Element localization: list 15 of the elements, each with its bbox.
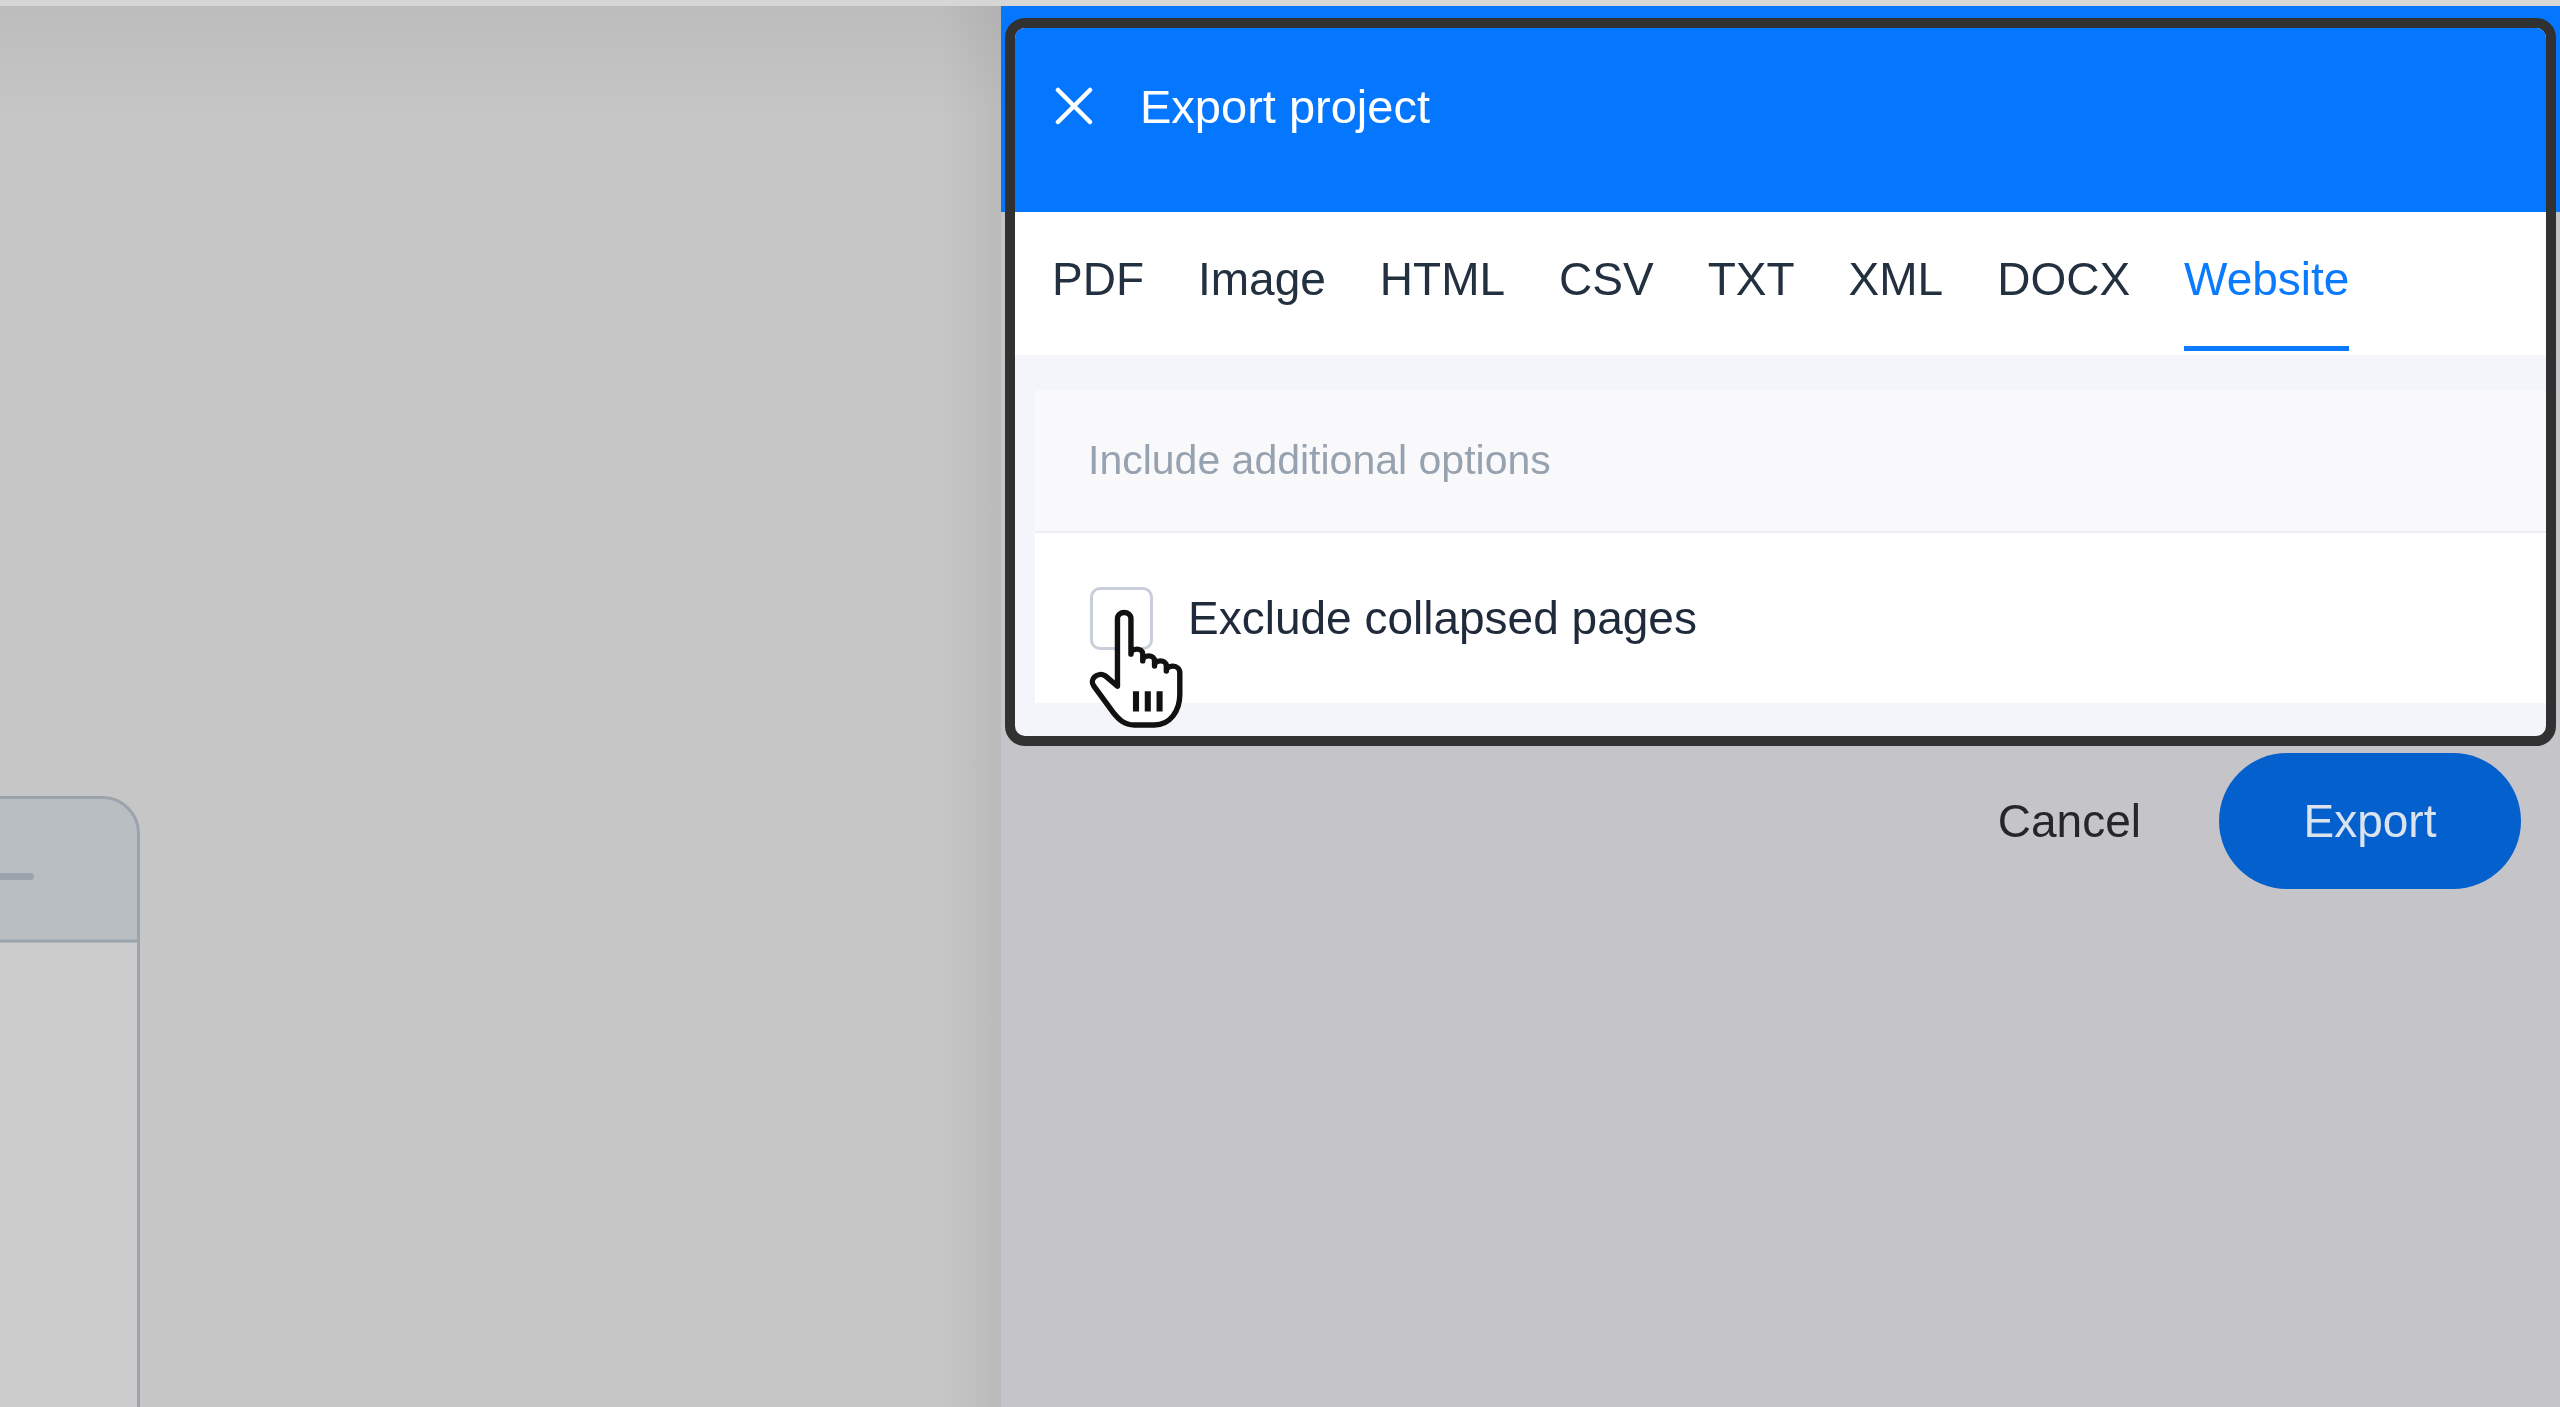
tab[interactable]: DOCX: [1997, 212, 2131, 351]
tab[interactable]: PDF: [1052, 212, 1144, 351]
tab[interactable]: TXT: [1707, 212, 1795, 351]
tab[interactable]: HTML: [1379, 212, 1506, 351]
tab[interactable]: Website: [2184, 212, 2350, 351]
close-button[interactable]: [1055, 87, 1093, 125]
close-icon: [1055, 87, 1093, 125]
export-button[interactable]: Export: [2219, 753, 2521, 889]
dialog-title: Export project: [1140, 78, 1430, 134]
tab[interactable]: XML: [1848, 212, 1944, 351]
section-heading: Include additional options: [1088, 437, 1551, 484]
tab[interactable]: Image: [1198, 212, 1326, 351]
tab[interactable]: CSV: [1559, 212, 1654, 351]
checkbox-label: Exclude collapsed pages: [1188, 591, 1697, 645]
cancel-button[interactable]: Cancel: [1997, 794, 2141, 848]
